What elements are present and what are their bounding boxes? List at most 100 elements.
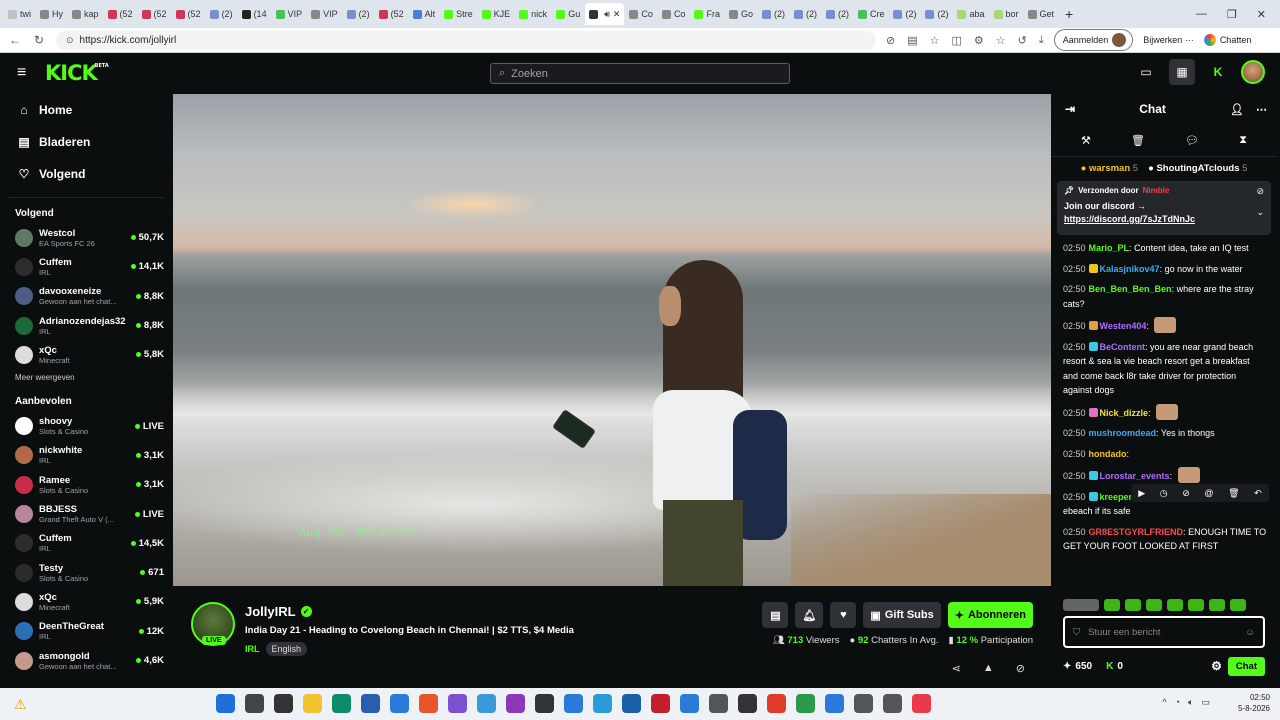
message-username[interactable]: mushroomdead	[1089, 428, 1157, 438]
taskbar-app-icon[interactable]	[680, 694, 699, 713]
taskbar-app-icon[interactable]	[303, 694, 322, 713]
delete-icon[interactable]: 🗑︎	[1228, 488, 1239, 499]
browser-tab[interactable]: KJE	[478, 3, 515, 25]
chat-message[interactable]: 02:50 Kalasjnikov47: go now in the water	[1063, 262, 1267, 277]
hourglass-icon[interactable]: ⧗	[1239, 134, 1247, 147]
history-icon[interactable]: ↺	[1018, 34, 1027, 47]
timeout-icon[interactable]: ◷	[1160, 488, 1168, 499]
chat-message[interactable]: 02:50 Lorostar_events:	[1063, 467, 1267, 484]
clock[interactable]: 02:50 5-8-2026	[1238, 692, 1270, 714]
browser-tab[interactable]: Cre	[854, 3, 889, 25]
taskbar-app-icon[interactable]	[535, 694, 554, 713]
warning-icon[interactable]: ⚠	[14, 696, 27, 713]
sidebar-channel[interactable]: Testy Slots & Casino 671	[3, 558, 170, 587]
sidebar-channel[interactable]: xQc Minecraft 5,9K	[3, 587, 170, 616]
maximize-icon[interactable]: ❐	[1227, 8, 1237, 21]
taskbar-app-icon[interactable]	[506, 694, 525, 713]
close-tab-icon[interactable]: ✕	[613, 9, 621, 20]
reader-icon[interactable]: ▤	[907, 34, 917, 47]
hammer-icon[interactable]: ⚒	[1081, 134, 1091, 147]
browser-tab[interactable]: (14	[238, 3, 271, 25]
channel-points[interactable]: ✦ 650	[1063, 661, 1092, 672]
browser-tab[interactable]: (2)	[822, 3, 853, 25]
chat-message[interactable]: 02:50 mushroomdead: Yes in thongs	[1063, 426, 1267, 441]
emoji-icon[interactable]: ☺	[1245, 627, 1255, 638]
browser-tab[interactable]: kap	[68, 3, 103, 25]
gift-subs-button[interactable]: ▣ Gift Subs	[863, 602, 941, 628]
mention-icon[interactable]: @	[1204, 488, 1213, 498]
user-avatar[interactable]	[1241, 60, 1265, 84]
browser-tab[interactable]: Go	[725, 3, 757, 25]
channel-name[interactable]: JollyIRL ✓	[245, 604, 312, 619]
taskbar-app-icon[interactable]	[390, 694, 409, 713]
share-icon[interactable]: ⋖	[952, 662, 961, 675]
message-username[interactable]: Westen404	[1100, 321, 1147, 331]
category-link[interactable]: IRL	[245, 644, 260, 654]
sidebar-channel[interactable]: xQc Minecraft 5,8K	[3, 340, 170, 369]
reply-icon[interactable]: ↶	[1254, 488, 1262, 499]
taskbar-app-icon[interactable]	[245, 694, 264, 713]
chat-message[interactable]: 02:50 hondado:	[1063, 447, 1267, 462]
browser-tab[interactable]: (2)	[758, 3, 789, 25]
leader-2[interactable]: ● ShoutingATclouds 5	[1148, 163, 1247, 174]
browser-tab[interactable]: VIP	[307, 3, 342, 25]
chat-input[interactable]: ⛉ Stuur een bericht ☺	[1063, 616, 1265, 648]
new-tab-button[interactable]: +	[1059, 6, 1079, 22]
copilot-button[interactable]: Chatten	[1203, 34, 1251, 46]
clip-button[interactable]: ▤	[762, 602, 789, 628]
more-icon[interactable]: ⋯	[1256, 103, 1267, 116]
signin-button[interactable]: Aanmelden	[1053, 29, 1134, 51]
browser-tab[interactable]: Fra	[690, 3, 724, 25]
nav-browse[interactable]: ▤ Bladeren	[3, 126, 170, 158]
chat-message[interactable]: 02:50 BeContent: you are near grand beach…	[1063, 340, 1267, 398]
sidebar-channel[interactable]: Cuffem IRL 14,1K	[3, 252, 170, 281]
network-icon[interactable]: ◔	[1175, 697, 1180, 708]
browser-tab[interactable]: Alt	[409, 3, 440, 25]
send-chat-button[interactable]: Chat	[1227, 656, 1265, 676]
browser-tab[interactable]: Get	[1024, 3, 1059, 25]
browser-tab[interactable]: (2)	[889, 3, 920, 25]
minimize-icon[interactable]: —	[1196, 8, 1207, 21]
taskbar-app-icon[interactable]	[477, 694, 496, 713]
trash-icon[interactable]: 🗑︎	[1131, 134, 1145, 147]
dashboard-icon[interactable]: ▦	[1169, 59, 1195, 85]
emote-quick-6[interactable]	[1188, 599, 1204, 611]
site-info-icon[interactable]: ⊙	[66, 35, 74, 46]
back-icon[interactable]: ←	[8, 33, 22, 47]
taskbar-app-icon[interactable]	[709, 694, 728, 713]
volume-icon[interactable]: 🔈︎	[1188, 697, 1193, 708]
chat-message[interactable]: 02:50 Ben_Ben_Ben_Ben: where are the stra…	[1063, 282, 1267, 311]
notify-button[interactable]: 🔔︎	[795, 602, 824, 628]
sidebar-channel[interactable]: Adrianozendejas32 IRL 8,8K	[3, 311, 170, 340]
nav-following[interactable]: ♡ Volgend	[3, 158, 170, 190]
taskbar-app-icon[interactable]	[332, 694, 351, 713]
sidebar-channel[interactable]: BBJESS Grand Theft Auto V (... LIVE	[3, 499, 170, 528]
collapse-chat-icon[interactable]: ⇥	[1065, 102, 1075, 116]
update-button[interactable]: Bijwerken ···	[1143, 35, 1194, 45]
sidebar-channel[interactable]: davooxeneize Gewoon aan het chat... 8,8K	[3, 282, 170, 311]
browser-tab[interactable]: (52	[104, 3, 137, 25]
audio-playing-icon[interactable]: 🔊︎	[604, 9, 610, 20]
reload-icon[interactable]: ↻	[32, 33, 46, 47]
sidebar-channel[interactable]: Ramee Slots & Casino 3,1K	[3, 470, 170, 499]
taskbar-app-icon[interactable]	[854, 694, 873, 713]
browser-tab[interactable]: (52	[172, 3, 205, 25]
taskbar-app-icon[interactable]	[767, 694, 786, 713]
emote-quick-7[interactable]	[1209, 599, 1225, 611]
nav-home[interactable]: ⌂ Home	[3, 94, 170, 126]
gear-icon[interactable]: ⚙	[1211, 659, 1222, 673]
taskbar-app-icon[interactable]	[216, 694, 235, 713]
browser-tab[interactable]: (2)	[206, 3, 237, 25]
message-username[interactable]: hondado	[1089, 449, 1127, 459]
taskbar-app-icon[interactable]	[593, 694, 612, 713]
favorite-star-icon[interactable]: ☆	[930, 34, 940, 47]
message-username[interactable]: BeContent	[1100, 342, 1146, 352]
taskbar-app-icon[interactable]	[448, 694, 467, 713]
browser-tab[interactable]: Co	[658, 3, 690, 25]
chat-message[interactable]: 02:50 Nick_dizzle:	[1063, 403, 1267, 421]
video-player[interactable]: Aug 05, 06:20:32	[173, 94, 1051, 586]
sidebar-channel[interactable]: asmongold Gewoon aan het chat... 4,6K	[3, 646, 170, 675]
message-username[interactable]: Kalasjnikov47	[1100, 264, 1160, 274]
theater-mode-icon[interactable]: ▭	[1133, 59, 1159, 85]
sidebar-channel[interactable]: DeenTheGreat IRL 12K	[3, 617, 170, 646]
